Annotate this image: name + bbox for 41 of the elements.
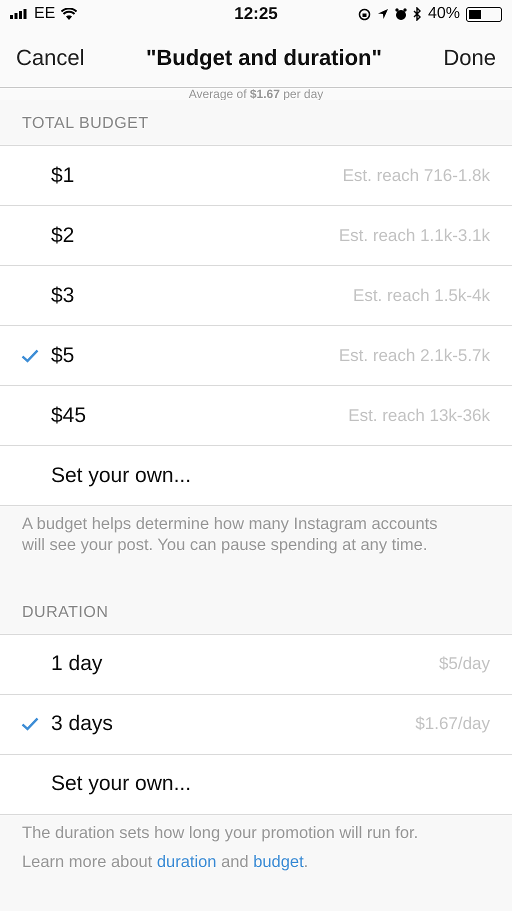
- location-icon: [376, 8, 389, 20]
- option-detail: Est. reach 1.5k-4k: [352, 286, 490, 306]
- alarm-icon: [394, 8, 407, 20]
- done-button[interactable]: Done: [443, 44, 496, 70]
- clock-time: 12:25: [234, 4, 278, 24]
- option-row[interactable]: $3 Est. reach 1.5k-4k: [0, 266, 512, 326]
- option-label: $1: [51, 164, 76, 188]
- battery-icon: [466, 6, 502, 22]
- footnote-text: A budget helps determine how many Instagram accounts will see your post. You can pause spending at any time.: [22, 514, 438, 556]
- cancel-button[interactable]: Cancel: [16, 44, 84, 70]
- option-detail: Est. reach 2.1k-5.7k: [338, 346, 490, 366]
- bluetooth-icon: [412, 7, 422, 21]
- option-row[interactable]: $2 Est. reach 1.1k-3.1k: [0, 206, 512, 266]
- carrier-name: EE: [34, 5, 56, 23]
- option-row[interactable]: $5 Est. reach 2.1k-5.7k: [0, 326, 512, 386]
- option-label: $2: [51, 224, 76, 248]
- option-label: 1 day: [51, 652, 104, 676]
- option-label: $3: [51, 284, 76, 308]
- option-label: $45: [51, 404, 88, 428]
- option-row[interactable]: 1 day $5/day: [0, 634, 512, 695]
- option-detail: Est. reach 716-1.8k: [342, 166, 490, 186]
- wifi-icon: [61, 8, 78, 20]
- option-label: Set your own...: [51, 772, 192, 796]
- option-row[interactable]: $1 Est. reach 716-1.8k: [0, 146, 512, 206]
- option-row[interactable]: $45 Est. reach 13k-36k: [0, 386, 512, 446]
- option-label: Set your own...: [51, 464, 192, 488]
- option-detail: $1.67/day: [415, 714, 490, 734]
- screen-title: "Budget and duration": [146, 44, 382, 70]
- option-label: 3 days: [51, 712, 114, 736]
- battery-percent: 40%: [428, 5, 460, 23]
- signal-icon: [10, 9, 28, 19]
- option-detail: $5/day: [438, 654, 490, 674]
- option-detail: Est. reach 13k-36k: [348, 406, 490, 426]
- option-label: $5: [51, 344, 76, 368]
- footnote-text: The duration sets how long your promotion will run for.: [22, 822, 420, 844]
- footnote-text: Learn more about duration and budget.: [22, 852, 310, 874]
- option-row[interactable]: Set your own...: [0, 754, 512, 815]
- option-row[interactable]: 3 days $1.67/day: [0, 694, 512, 755]
- option-row[interactable]: Set your own...: [0, 446, 512, 506]
- rotation-lock-icon: [358, 8, 371, 20]
- option-detail: Est. reach 1.1k-3.1k: [338, 226, 490, 246]
